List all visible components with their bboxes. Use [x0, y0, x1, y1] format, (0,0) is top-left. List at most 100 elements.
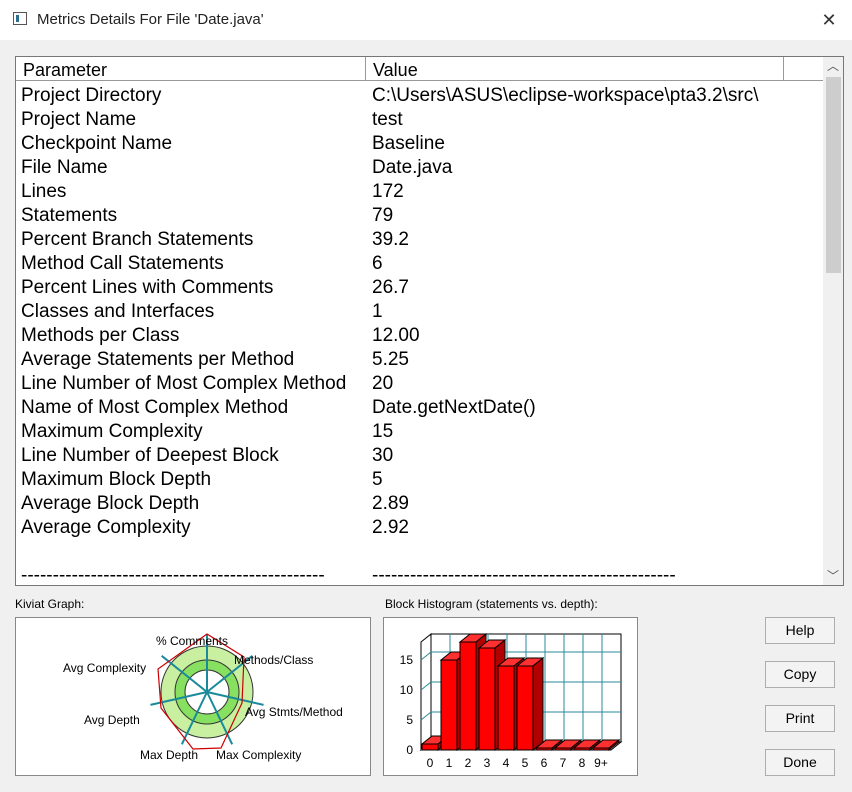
window-title: Metrics Details For File 'Date.java' — [37, 11, 264, 28]
table-row[interactable] — [16, 540, 822, 564]
table-row[interactable]: Average Statements per Method 5.25 — [16, 348, 822, 372]
table-header: Parameter Value — [16, 57, 826, 82]
histogram-bar — [535, 747, 553, 751]
parameter-cell: Statements — [21, 205, 118, 226]
vertical-scrollbar[interactable]: ︿ ﹀ — [823, 57, 843, 585]
value-cell: 6 — [372, 253, 383, 274]
table-row[interactable]: Line Number of Most Complex Method 20 — [16, 372, 822, 396]
parameter-cell: Classes and Interfaces — [21, 301, 215, 322]
table-row[interactable]: Percent Branch Statements 39.2 — [16, 228, 822, 252]
metrics-table[interactable]: Parameter Value Project Directory C:\User… — [15, 56, 844, 586]
table-row[interactable]: Maximum Block Depth 5 — [16, 468, 822, 492]
value-cell: 5.25 — [372, 349, 409, 370]
parameter-cell: Percent Branch Statements — [21, 229, 254, 250]
histogram-y-tick-label: 15 — [400, 653, 414, 667]
histogram-x-tick-label: 5 — [522, 756, 529, 770]
table-row[interactable]: Maximum Complexity 15 — [16, 420, 822, 444]
parameter-cell: Percent Lines with Comments — [21, 277, 274, 298]
kiviat-axis-label: Avg Stmts/Method — [245, 705, 343, 719]
table-row[interactable]: Project Name test — [16, 108, 822, 132]
parameter-cell: Line Number of Most Complex Method — [21, 373, 347, 394]
value-cell: test — [372, 109, 403, 130]
kiviat-axis-label: Avg Depth — [84, 713, 140, 727]
scroll-thumb[interactable] — [826, 77, 841, 273]
parameter-cell: ----------------------------------------… — [21, 565, 325, 586]
column-header-blank — [784, 57, 824, 81]
table-row[interactable]: Classes and Interfaces 1 — [16, 300, 822, 324]
parameter-cell: Checkpoint Name — [21, 133, 173, 154]
table-row[interactable]: Percent Lines with Comments 26.7 — [16, 276, 822, 300]
histogram-x-tick-label: 7 — [560, 756, 567, 770]
table-row[interactable]: Line Number of Deepest Block 30 — [16, 444, 822, 468]
histogram-y-tick-label: 10 — [400, 683, 414, 697]
kiviat-axis-label: Max Depth — [140, 748, 198, 762]
histogram-x-tick-label: 8 — [579, 756, 586, 770]
kiviat-axis-label: % Comments — [156, 634, 228, 648]
table-row[interactable]: Project Directory C:\Users\ASUS\eclipse-w… — [16, 84, 822, 108]
table-row[interactable]: Average Block Depth 2.89 — [16, 492, 822, 516]
value-cell: Date.java — [372, 157, 453, 178]
histogram-bar-side — [532, 656, 544, 752]
value-cell: 2.89 — [372, 493, 409, 514]
value-cell: Date.getNextDate() — [372, 397, 536, 418]
parameter-cell: Methods per Class — [21, 325, 180, 346]
histogram-bar — [516, 665, 534, 751]
scroll-down-icon[interactable]: ﹀ — [823, 567, 843, 585]
value-cell: 172 — [372, 181, 404, 202]
histogram-bar — [554, 747, 572, 751]
table-row[interactable]: Checkpoint Name Baseline — [16, 132, 822, 156]
close-icon[interactable]: ✕ — [815, 6, 843, 34]
table-rows: Project Directory C:\Users\ASUS\eclipse-w… — [16, 84, 822, 586]
parameter-cell: Name of Most Complex Method — [21, 397, 289, 418]
histogram-bar — [497, 665, 515, 751]
histogram-bar — [592, 747, 610, 751]
value-cell: Baseline — [372, 133, 445, 154]
value-cell: 2.92 — [372, 517, 409, 538]
histogram-bar — [440, 659, 458, 751]
kiviat-axis-label: Max Complexity — [216, 748, 301, 762]
copy-button[interactable]: Copy — [765, 661, 835, 688]
kiviat-label: Kiviat Graph: — [15, 597, 85, 611]
histogram-bar — [421, 743, 439, 751]
table-row[interactable]: Methods per Class 12.00 — [16, 324, 822, 348]
done-button[interactable]: Done — [765, 749, 835, 776]
parameter-cell: Maximum Complexity — [21, 421, 203, 442]
parameter-cell: Maximum Block Depth — [21, 469, 212, 490]
table-row[interactable]: Average Complexity 2.92 — [16, 516, 822, 540]
value-cell: 79 — [372, 205, 394, 226]
histogram-x-tick-label: 3 — [484, 756, 491, 770]
histogram-x-tick-label: 1 — [446, 756, 453, 770]
kiviat-graph-panel: % Comments Methods/Class Avg Stmts/Metho… — [15, 617, 371, 776]
parameter-cell: Average Complexity — [21, 517, 191, 538]
block-histogram-panel: 0 5 10 15 0 1 2 3 4 5 6 7 8 9+ — [383, 617, 638, 776]
value-cell: 20 — [372, 373, 394, 394]
table-row[interactable]: File Name Date.java — [16, 156, 822, 180]
value-cell: 5 — [372, 469, 383, 490]
kiviat-axis-label: Avg Complexity — [63, 661, 146, 675]
value-cell: 39.2 — [372, 229, 409, 250]
column-header-parameter[interactable]: Parameter — [16, 57, 366, 81]
parameter-cell: Lines — [21, 181, 67, 202]
histogram-bar — [459, 641, 477, 751]
value-cell: 1 — [372, 301, 383, 322]
kiviat-axis-label: Methods/Class — [234, 653, 313, 667]
histogram-x-tick-label: 9+ — [594, 756, 608, 770]
table-row[interactable]: Lines 172 — [16, 180, 822, 204]
histogram-bar — [573, 747, 591, 751]
table-row[interactable]: Name of Most Complex Method Date.getNextD… — [16, 396, 822, 420]
scroll-up-icon[interactable]: ︿ — [823, 57, 843, 75]
parameter-cell: Project Directory — [21, 85, 162, 106]
table-row[interactable]: Statements 79 — [16, 204, 822, 228]
histogram-side-wall — [420, 632, 432, 752]
column-header-value[interactable]: Value — [366, 57, 784, 81]
parameter-cell: Method Call Statements — [21, 253, 224, 274]
print-button[interactable]: Print — [765, 705, 835, 732]
kiviat-graph: % Comments Methods/Class Avg Stmts/Metho… — [63, 633, 343, 762]
value-cell: 30 — [372, 445, 394, 466]
table-row[interactable]: Method Call Statements 6 — [16, 252, 822, 276]
histogram-bar — [478, 647, 496, 751]
help-button[interactable]: Help — [765, 617, 835, 644]
value-cell: 26.7 — [372, 277, 409, 298]
title-bar: Metrics Details For File 'Date.java' ✕ — [0, 0, 852, 40]
table-row[interactable]: ----------------------------------------… — [16, 564, 822, 586]
